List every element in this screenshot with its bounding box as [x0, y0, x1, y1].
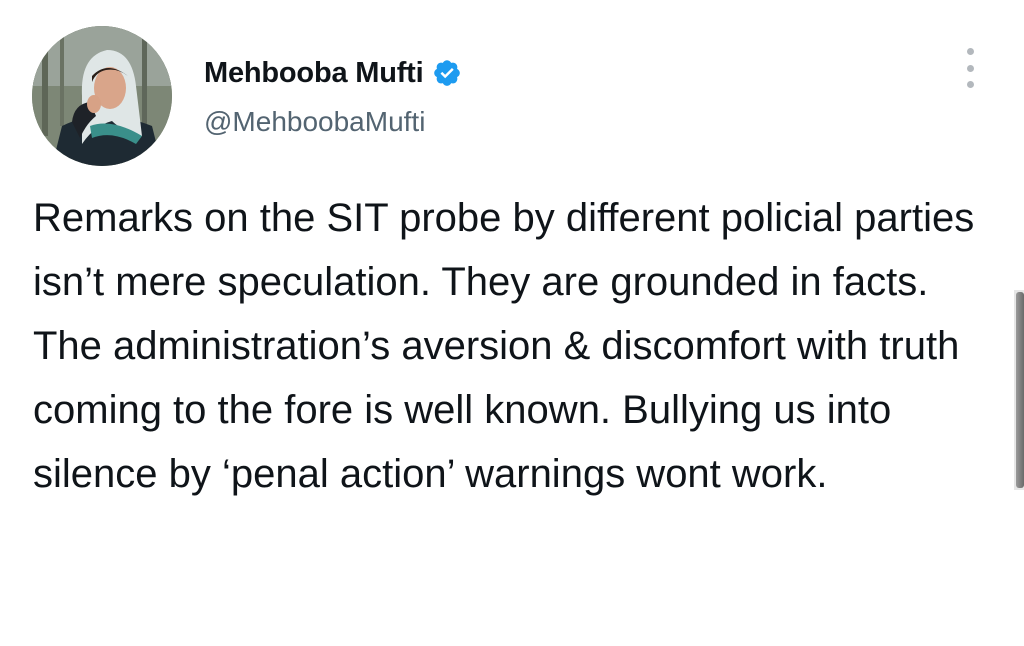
more-options-button[interactable] — [958, 48, 982, 88]
author-name-row[interactable]: Mehbooba Mufti — [204, 56, 462, 90]
tweet-card: Mehbooba Mufti @MehboobaMufti Remarks on… — [0, 0, 1024, 646]
avatar-photo — [32, 26, 172, 166]
author-avatar[interactable] — [32, 26, 172, 166]
verified-badge-icon — [432, 58, 462, 88]
author-display-name[interactable]: Mehbooba Mufti — [204, 57, 424, 90]
more-vertical-icon-dot — [966, 64, 974, 72]
scrollbar-thumb[interactable] — [1016, 292, 1024, 488]
tweet-text: Remarks on the SIT probe by different po… — [33, 196, 975, 496]
more-vertical-icon-dot — [966, 81, 974, 88]
author-handle[interactable]: @MehboobaMufti — [204, 106, 425, 138]
more-vertical-icon — [966, 48, 974, 55]
